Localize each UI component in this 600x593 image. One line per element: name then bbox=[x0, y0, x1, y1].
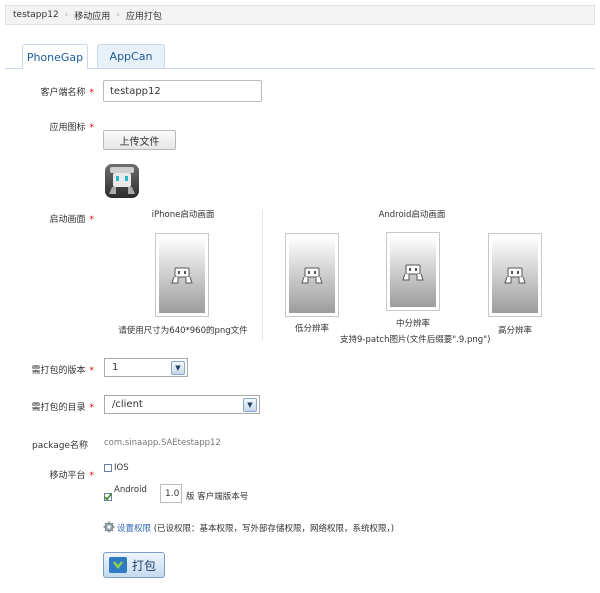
breadcrumb-item-current: 应用打包 bbox=[125, 11, 162, 22]
permissions-link[interactable]: 设置权限 bbox=[117, 524, 151, 534]
client-name-input[interactable]: testapp12 bbox=[103, 80, 262, 102]
phonegap-robot-icon bbox=[402, 264, 424, 280]
android-checkbox-label: Android bbox=[114, 485, 147, 495]
android-checkbox[interactable] bbox=[104, 493, 112, 501]
permissions-summary: (已设权限：基本权限，写外部存储权限，网络权限，系统权限，) bbox=[153, 524, 395, 534]
iphone-splash-title: iPhone启动画面 bbox=[151, 210, 215, 220]
breadcrumb-item-mobile[interactable]: 移动应用 bbox=[74, 9, 110, 22]
build-button-label: 打包 bbox=[132, 558, 157, 573]
iphone-splash-preview[interactable] bbox=[155, 233, 209, 317]
app-icon-label: 应用图标 * bbox=[49, 123, 94, 133]
gear-icon bbox=[103, 521, 115, 533]
version-label: 需打包的版本 * bbox=[31, 366, 94, 376]
directory-label: 需打包的目录 * bbox=[31, 403, 94, 413]
android-mid-preview[interactable] bbox=[386, 232, 440, 311]
upload-file-button[interactable]: 上传文件 bbox=[103, 130, 176, 150]
package-label: package名称 bbox=[32, 441, 88, 451]
phonegap-robot-icon bbox=[171, 267, 193, 284]
tab-appcan[interactable]: AppCan bbox=[97, 44, 165, 68]
tab-phonegap[interactable]: PhoneGap bbox=[22, 44, 88, 69]
check-icon bbox=[104, 493, 112, 501]
version-select[interactable]: 1 ▼ bbox=[104, 358, 188, 377]
app-icon-preview bbox=[104, 163, 140, 199]
phonegap-robot-icon bbox=[301, 267, 323, 284]
client-name-label: 客户端名称 * bbox=[40, 88, 94, 98]
breadcrumb-separator-icon: › bbox=[64, 10, 69, 20]
directory-select-value: /client bbox=[112, 399, 143, 410]
ios-checkbox-label: IOS bbox=[114, 463, 129, 473]
chevron-down-icon: ▼ bbox=[243, 398, 257, 412]
version-select-value: 1 bbox=[112, 362, 119, 373]
breadcrumb-separator-icon: › bbox=[116, 10, 120, 20]
breadcrumb: testapp12 › 移动应用 › 应用打包 bbox=[5, 5, 595, 25]
android-low-preview[interactable] bbox=[285, 233, 339, 317]
build-button[interactable]: 打包 bbox=[103, 552, 165, 578]
android-high-preview[interactable] bbox=[488, 233, 542, 317]
phonegap-robot-icon bbox=[504, 267, 526, 284]
splash-divider bbox=[262, 210, 263, 340]
android-mid-caption: 中分辨率 bbox=[395, 319, 430, 329]
android-low-caption: 低分辨率 bbox=[294, 324, 329, 334]
ios-checkbox[interactable] bbox=[104, 464, 112, 472]
splash-label: 启动画面 * bbox=[49, 215, 94, 225]
android-mid-note: 支持9-patch图片(文件后缀要".9.png") bbox=[340, 335, 491, 345]
android-high-caption: 高分辨率 bbox=[497, 326, 532, 336]
android-splash-title: Android启动画面 bbox=[378, 210, 446, 220]
android-version-input[interactable]: 1.0 bbox=[160, 484, 182, 503]
android-version-suffix: 版 客户端版本号 bbox=[186, 492, 249, 502]
chevron-down-icon: ▼ bbox=[171, 361, 185, 375]
iphone-splash-caption: 请使用尺寸为640*960的png文件 bbox=[118, 326, 248, 336]
directory-select[interactable]: /client ▼ bbox=[104, 395, 260, 414]
platform-label: 移动平台 * bbox=[49, 471, 94, 481]
download-icon bbox=[109, 557, 127, 573]
tab-bar: PhoneGap AppCan bbox=[5, 44, 595, 69]
app-icon-image bbox=[105, 164, 139, 198]
permissions-row: 设置权限 (已设权限：基本权限，写外部存储权限，网络权限，系统权限，) bbox=[117, 522, 394, 534]
breadcrumb-item-app[interactable]: testapp12 bbox=[13, 10, 59, 20]
package-value: com.sinaapp.SAEtestapp12 bbox=[104, 438, 221, 448]
